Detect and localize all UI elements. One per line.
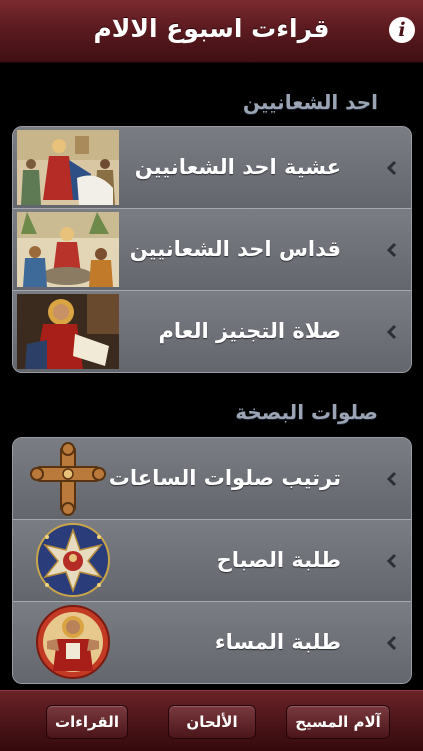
info-icon[interactable]: i — [389, 17, 415, 43]
star-medallion-icon — [17, 523, 119, 598]
item-label: قداس احد الشعانيين — [129, 237, 341, 261]
chevron-left-icon — [386, 471, 397, 487]
list-item[interactable]: طلبة الصباح — [13, 520, 411, 602]
list-item[interactable]: ترتيب صلوات الساعات — [13, 438, 411, 520]
list-item[interactable]: طلبة المساء — [13, 602, 411, 683]
chevron-left-icon — [386, 324, 397, 340]
list-item[interactable]: عشية احد الشعانيين — [13, 127, 411, 209]
readings-button[interactable]: القراءات — [46, 705, 128, 739]
icon-saint-writing — [17, 294, 119, 369]
passion-of-christ-button[interactable]: آلام المسيح — [286, 705, 390, 739]
item-label: طلبة المساء — [214, 630, 341, 654]
chevron-left-icon — [386, 242, 397, 258]
icon-entry-into-jerusalem — [17, 130, 119, 205]
icon-palm-sunday-crowd — [17, 212, 119, 287]
chevron-left-icon — [386, 635, 397, 651]
pascha-prayers-group: ترتيب صلوات الساعات طلبة الصباح طلبة الم… — [12, 437, 412, 684]
item-label: ترتيب صلوات الساعات — [108, 466, 341, 490]
item-label: عشية احد الشعانيين — [134, 155, 341, 179]
item-label: صلاة التجنيز العام — [158, 319, 341, 343]
coptic-cross-icon — [17, 441, 119, 516]
list-item[interactable]: صلاة التجنيز العام — [13, 291, 411, 372]
section-header-pascha-prayers: صلوات البصخة — [235, 400, 378, 424]
navigation-bar: قراءت اسبوع الالام i — [0, 0, 423, 63]
hymns-button[interactable]: الألحان — [168, 705, 256, 739]
chevron-left-icon — [386, 553, 397, 569]
item-label: طلبة الصباح — [216, 548, 341, 572]
list-item[interactable]: قداس احد الشعانيين — [13, 209, 411, 291]
christ-medallion-icon — [17, 605, 119, 680]
chevron-left-icon — [386, 160, 397, 176]
palm-sunday-group: عشية احد الشعانيين قداس احد الشعانيين صل… — [12, 126, 412, 373]
bottom-toolbar: آلام المسيح الألحان القراءات — [0, 690, 423, 751]
section-header-palm-sunday: احد الشعانيين — [242, 90, 378, 114]
page-title: قراءت اسبوع الالام — [93, 14, 330, 43]
